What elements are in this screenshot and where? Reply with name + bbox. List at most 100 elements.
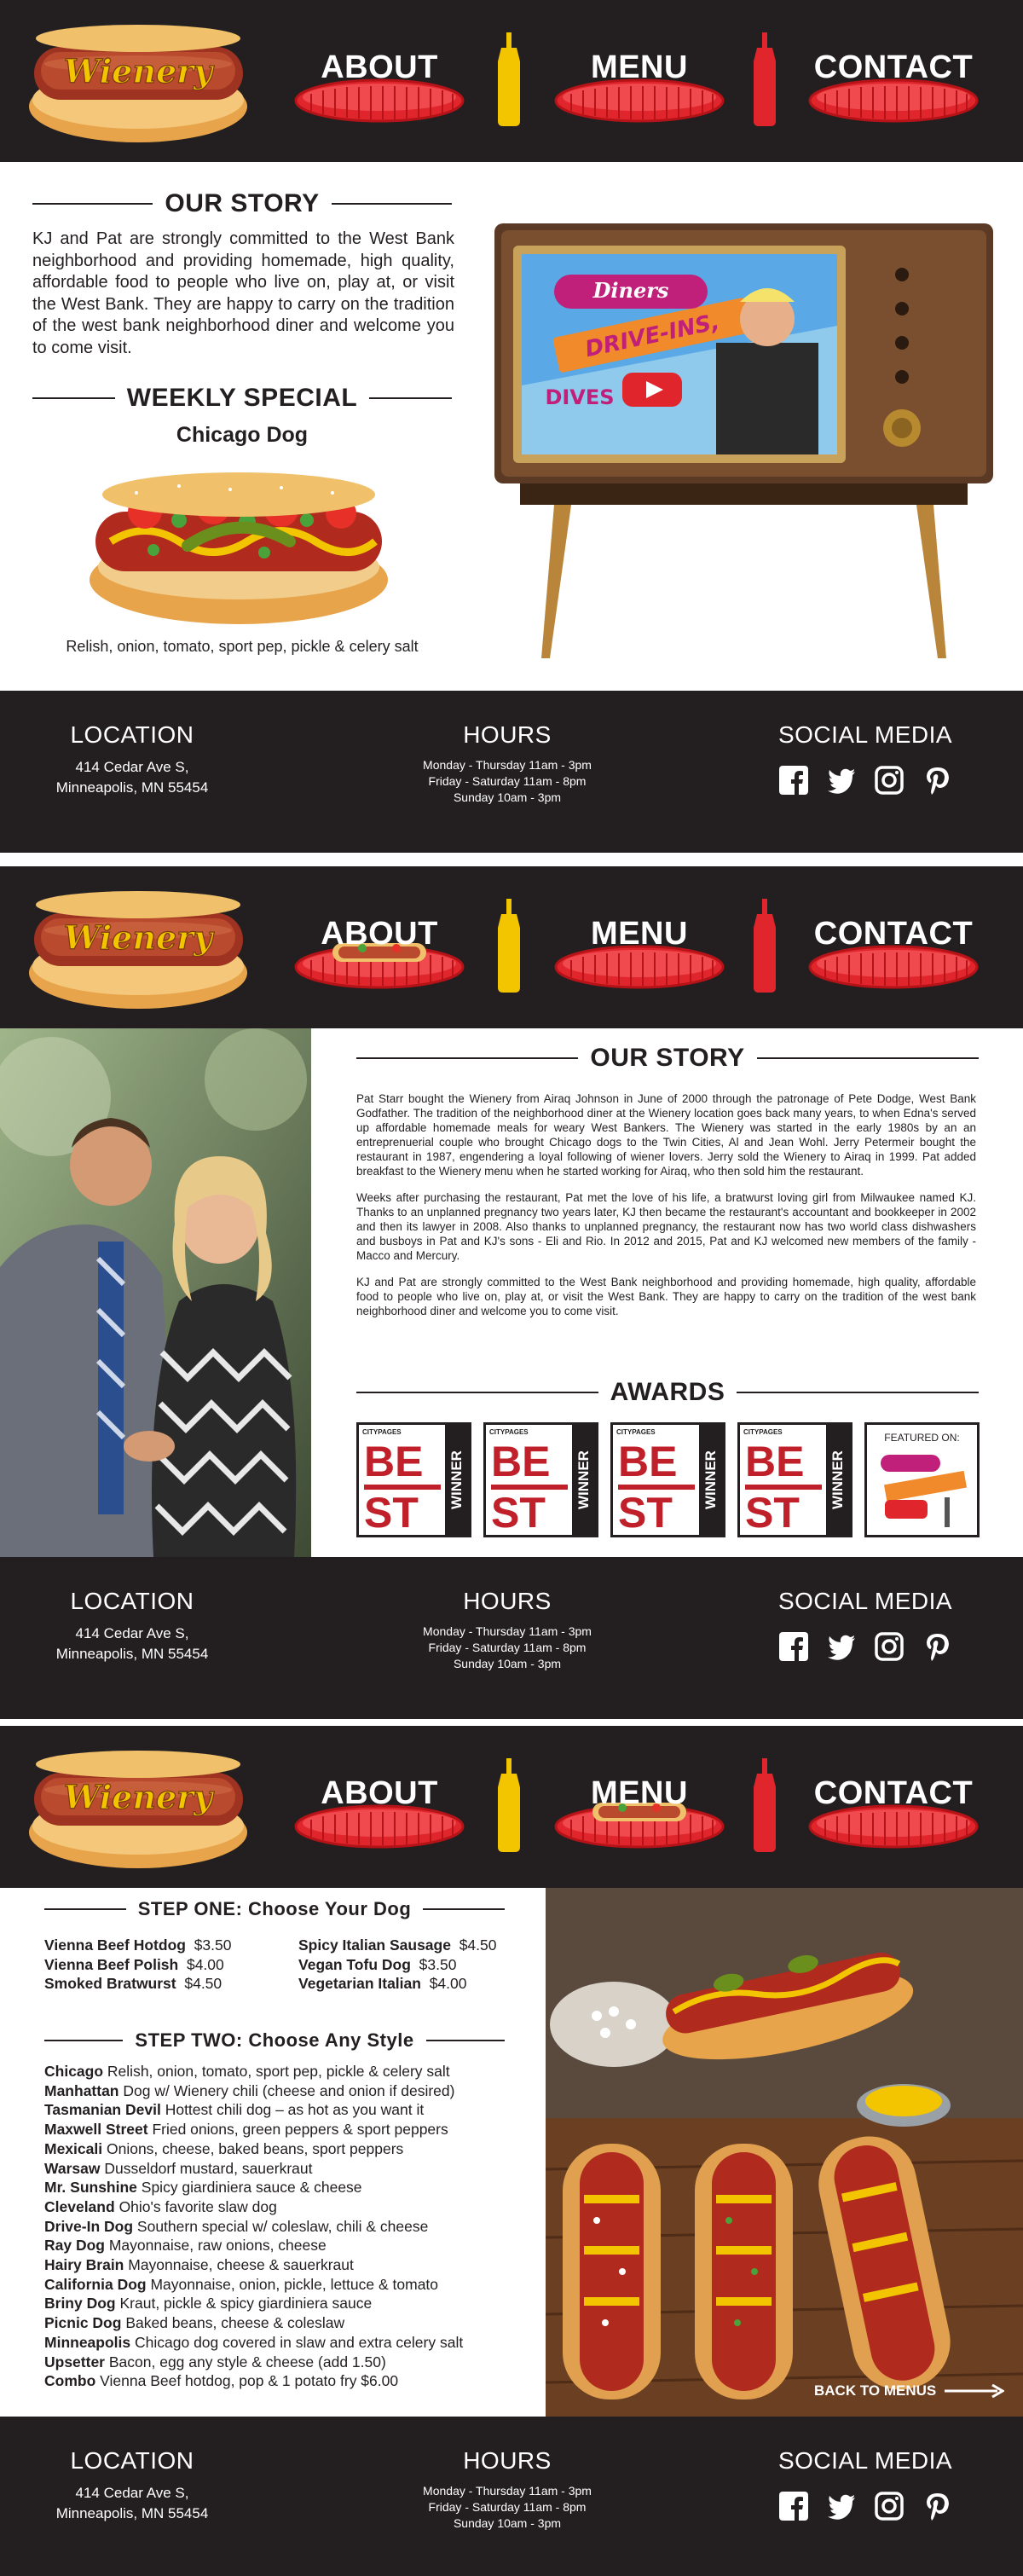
hours-line1: Monday - Thursday 11am - 3pm (423, 758, 592, 772)
special-description: Relish, onion, tomato, sport pep, pickle… (66, 638, 419, 655)
style-item: Picnic Dog Baked beans, cheese & colesla… (44, 2313, 539, 2333)
facebook-icon[interactable] (779, 2492, 808, 2521)
featured-label: FEATURED ON: (884, 1432, 960, 1444)
tv-sign-dives: DIVES (545, 385, 614, 409)
hours-title: HOURS (463, 2447, 552, 2474)
hours-line3: Sunday 10am - 3pm (453, 790, 562, 804)
style-name: Briny Dog (44, 2295, 116, 2313)
ddd-logo-icon (881, 1455, 968, 1527)
style-description: Bacon, egg any style & cheese (add 1.50) (108, 2353, 386, 2370)
logo-text: Wienery (64, 1778, 215, 1816)
nav-contact[interactable]: CONTACT (808, 49, 979, 130)
hours-line3: Sunday 10am - 3pm (453, 2516, 562, 2530)
dog-item: Spicy Italian Sausage $4.50 (298, 1936, 497, 1954)
pinterest-icon[interactable] (922, 1632, 951, 1661)
award-bottom: ST (491, 1489, 546, 1537)
style-item: Mexicali Onions, cheese, baked beans, sp… (44, 2139, 539, 2159)
style-name: Combo (44, 2372, 96, 2390)
nav-about-label: ABOUT (321, 49, 438, 85)
twitter-icon[interactable] (827, 2492, 856, 2521)
style-item: Tasmanian Devil Hottest chili dog – as h… (44, 2100, 539, 2120)
social-title: SOCIAL MEDIA (777, 1588, 953, 1614)
style-description: Ohio's favorite slaw dog (118, 2197, 277, 2215)
facebook-icon[interactable] (779, 1632, 808, 1661)
style-name: Chicago (44, 2063, 104, 2080)
back-to-menus-label: BACK TO MENUS (814, 2382, 937, 2399)
about-paragraph-1: Pat Starr bought the Wienery from Airaq … (356, 1092, 976, 1178)
style-description: Onions, cheese, baked beans, sport peppe… (106, 2139, 404, 2157)
featured-on-badge: FEATURED ON: (864, 1422, 980, 1537)
home-main: OUR STORY KJ and Pat are strongly commit… (0, 162, 1023, 691)
about-paragraph-2: Weeks after purchasing the restaurant, P… (356, 1191, 976, 1262)
social-title: SOCIAL MEDIA (777, 2447, 953, 2474)
tv-sign-diners: Diners (592, 278, 669, 303)
nav-about-label: ABOUT (321, 1775, 438, 1811)
instagram-icon[interactable] (875, 2492, 904, 2521)
mustard-bottle-icon (494, 899, 523, 993)
address-line1: 414 Cedar Ave S, (75, 2485, 189, 2501)
nav-menu[interactable]: MENU (554, 1775, 725, 1856)
ketchup-bottle-icon (750, 899, 779, 993)
style-item: Chicago Relish, onion, tomato, sport pep… (44, 2062, 539, 2081)
back-to-menus-link[interactable]: BACK TO MENUS (814, 2382, 1005, 2399)
wienery-logo[interactable]: Wienery (26, 888, 251, 1011)
nav-about[interactable]: ABOUT (294, 1775, 465, 1856)
twitter-icon[interactable] (827, 1632, 856, 1661)
wienery-logo[interactable]: Wienery (26, 1747, 251, 1871)
pinterest-icon[interactable] (922, 2492, 951, 2521)
dog-list-left: Vienna Beef Hotdog $3.50 Vienna Beef Pol… (44, 1936, 292, 1994)
facebook-icon[interactable] (779, 766, 808, 795)
nav-menu[interactable]: MENU (554, 49, 725, 130)
twitter-icon[interactable] (827, 766, 856, 795)
location-title: LOCATION (70, 2447, 194, 2474)
wienery-logo[interactable]: Wienery (26, 21, 251, 145)
award-side: WINNER (572, 1425, 596, 1535)
address-line2: Minneapolis, MN 55454 (55, 2505, 209, 2521)
about-story-heading: OUR STORY (356, 1044, 980, 1073)
style-name: Warsaw (44, 2159, 101, 2177)
nav-menu-label: MENU (591, 1775, 688, 1811)
arrow-right-icon (945, 2384, 1005, 2398)
award-source: CITYPAGES (616, 1428, 656, 1436)
step-two-title: STEP TWO: Choose Any Style (135, 2029, 414, 2051)
instagram-icon[interactable] (875, 1632, 904, 1661)
location-title: LOCATION (70, 1588, 194, 1614)
nav-about[interactable]: ABOUT (294, 49, 465, 130)
hours-line1: Monday - Thursday 11am - 3pm (423, 2484, 592, 2498)
style-item: Manhattan Dog w/ Wienery chili (cheese a… (44, 2081, 539, 2101)
style-item: Minneapolis Chicago dog covered in slaw … (44, 2333, 539, 2353)
nav-menu-label: MENU (591, 49, 688, 85)
story-title: OUR STORY (165, 189, 320, 217)
logo-text: Wienery (64, 918, 215, 957)
instagram-icon[interactable] (875, 766, 904, 795)
style-description: Relish, onion, tomato, sport pep, pickle… (107, 2063, 450, 2080)
style-list: Chicago Relish, onion, tomato, sport pep… (44, 2062, 539, 2391)
special-name: Chicago Dog (176, 423, 309, 447)
style-item: Hairy Brain Mayonnaise, cheese & sauerkr… (44, 2255, 539, 2275)
style-name: Minneapolis (44, 2333, 131, 2351)
nav-about[interactable]: ABOUT (294, 916, 465, 997)
dog-item: Vegetarian Italian $4.00 (298, 1975, 467, 1993)
style-description: Fried onions, green peppers & sport pepp… (152, 2121, 448, 2139)
nav-contact[interactable]: CONTACT (808, 1775, 979, 1856)
style-name: Manhattan (44, 2081, 119, 2099)
owners-photo (0, 1028, 311, 1557)
tv-video-player[interactable]: Diners DRIVE-INS, DIVES (494, 223, 993, 658)
mustard-bottle-icon (494, 32, 523, 126)
pinterest-icon[interactable] (922, 766, 951, 795)
style-item: Drive-In Dog Southern special w/ colesla… (44, 2217, 539, 2237)
style-description: Southern special w/ coleslaw, chili & ch… (136, 2217, 429, 2235)
award-top: BE (364, 1438, 424, 1485)
nav-contact[interactable]: CONTACT (808, 916, 979, 997)
nav-menu[interactable]: MENU (554, 916, 725, 997)
style-name: Cleveland (44, 2197, 115, 2215)
hours-line2: Friday - Saturday 11am - 8pm (428, 774, 587, 788)
style-description: Hottest chili dog – as hot as you want i… (165, 2101, 425, 2119)
award-bottom: ST (618, 1489, 673, 1537)
award-bottom: ST (745, 1489, 800, 1537)
style-item: Combo Vienna Beef hotdog, pop & 1 potato… (44, 2371, 539, 2391)
dog-item: Vienna Beef Polish $4.00 (44, 1955, 224, 1973)
style-item: Mr. Sunshine Spicy giardiniera sauce & c… (44, 2178, 539, 2197)
hotdogs-photo (546, 1888, 1023, 2417)
award-source: CITYPAGES (362, 1428, 402, 1436)
